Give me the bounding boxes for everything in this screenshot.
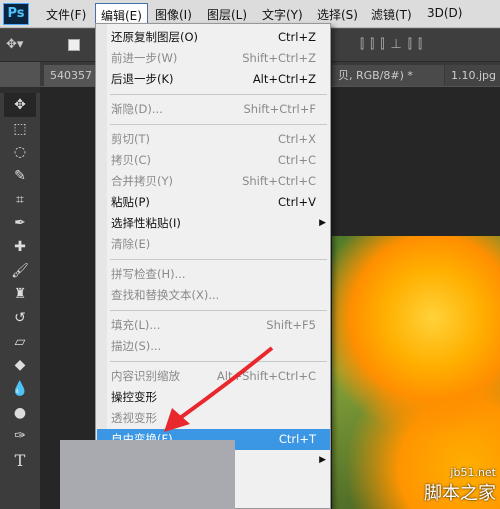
watermark-domain: jb51.net	[450, 466, 496, 479]
red-arrow-annotation	[164, 346, 274, 432]
watermark: jb51.net 脚本之家	[424, 466, 496, 505]
watermark-site: 脚本之家	[424, 483, 496, 504]
